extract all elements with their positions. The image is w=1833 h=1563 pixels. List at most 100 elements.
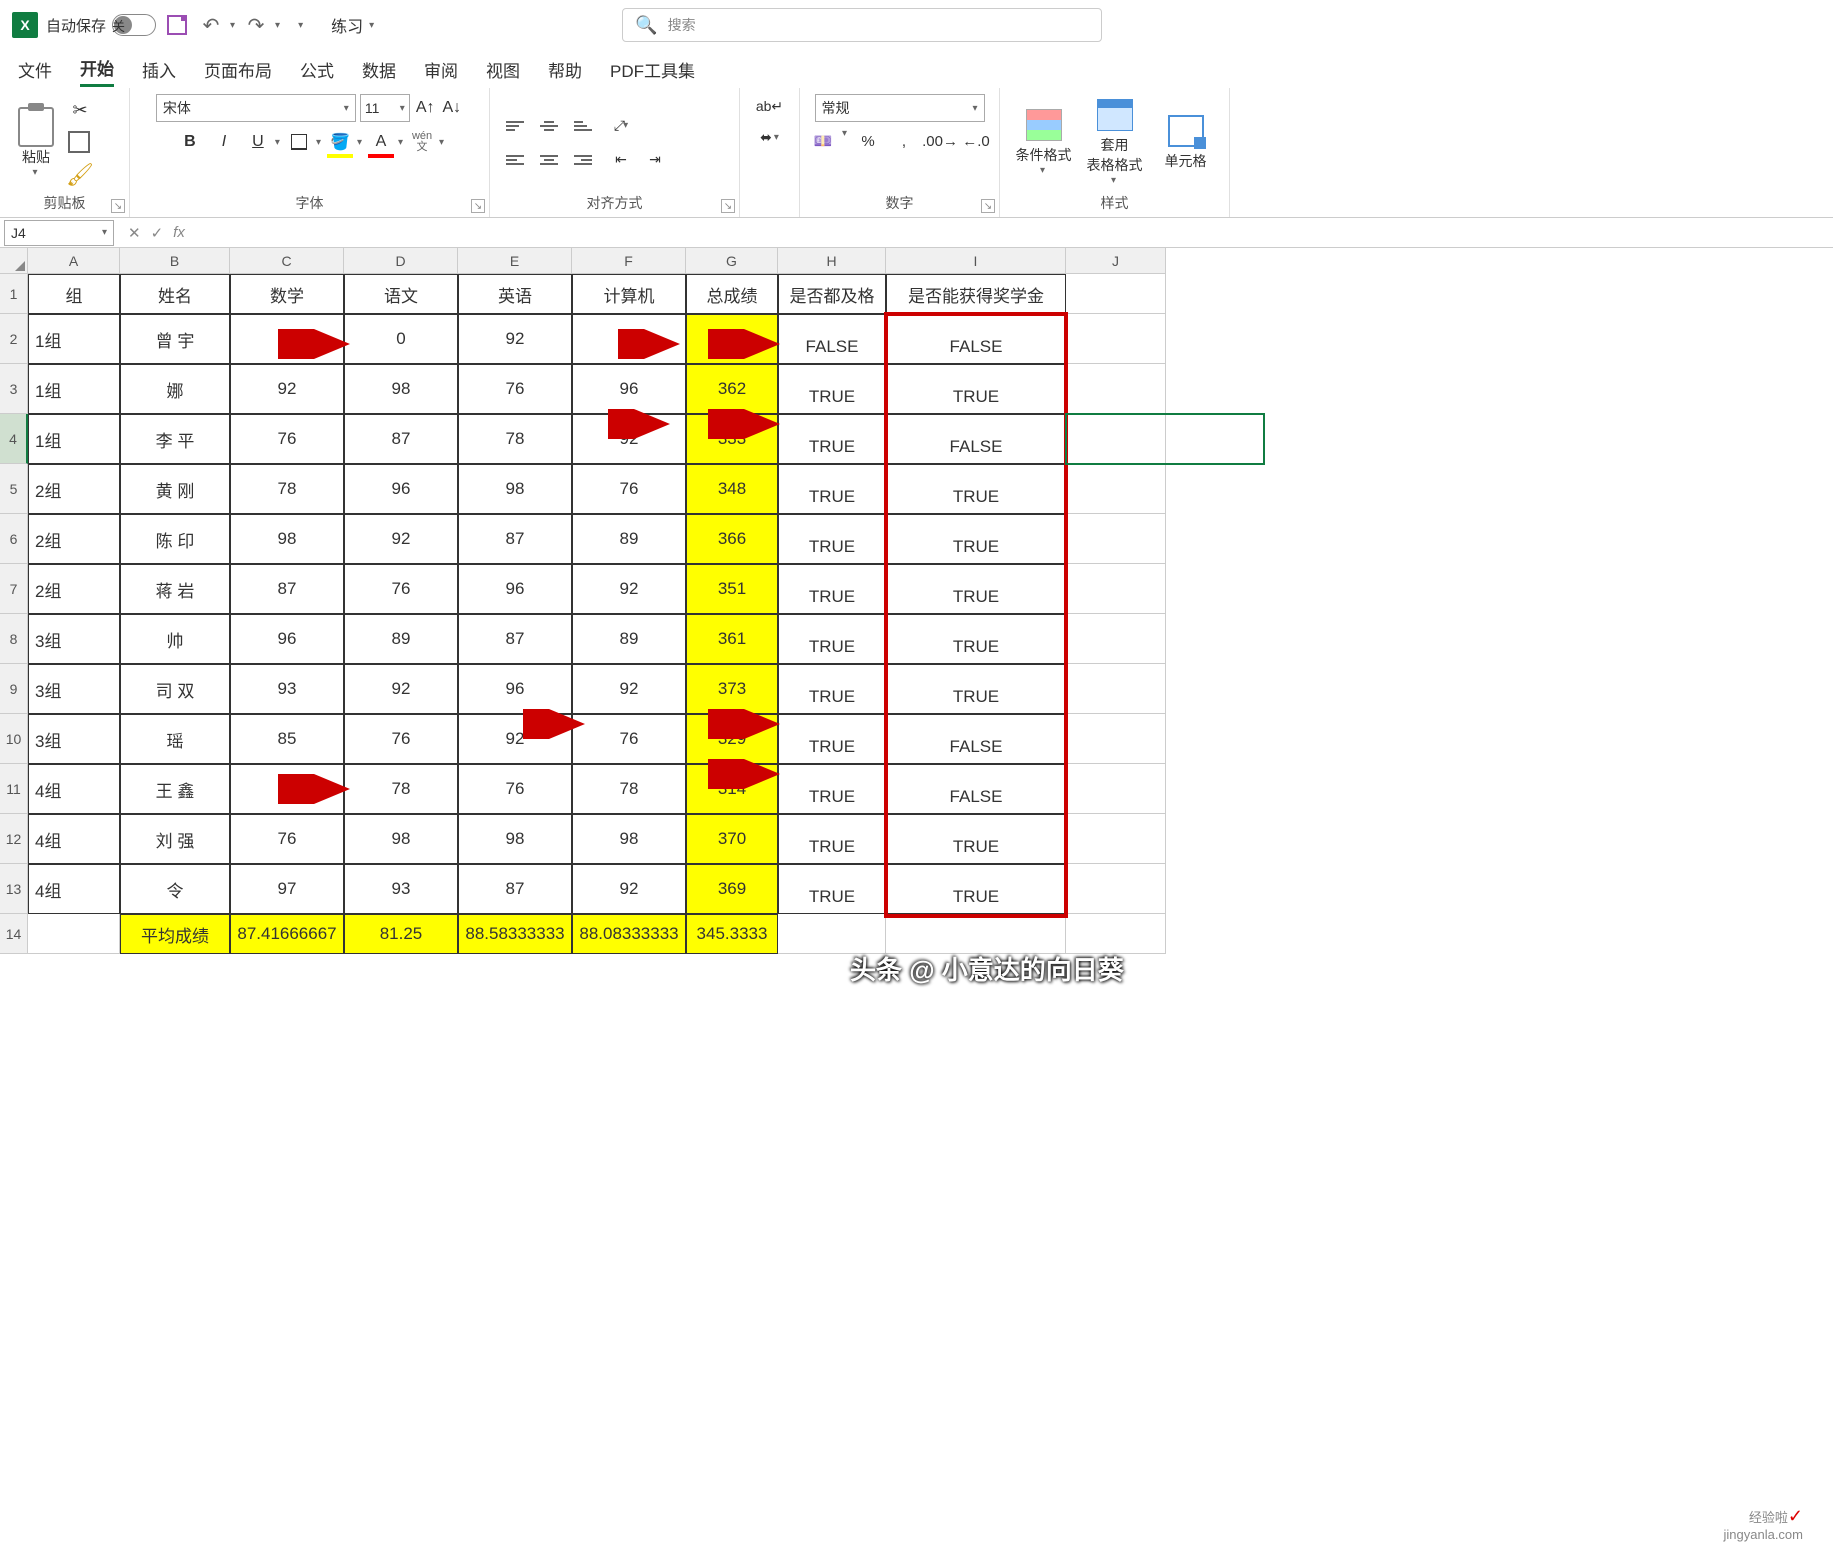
cell[interactable]: 3组 [28,664,120,714]
align-center-button[interactable] [534,147,564,173]
cell[interactable]: TRUE [778,864,886,914]
cell[interactable]: 87.41666667 [230,914,344,954]
cell[interactable]: 98 [344,814,458,864]
tab-file[interactable]: 文件 [18,53,52,86]
cell[interactable] [1066,274,1166,314]
align-top-button[interactable] [500,113,530,139]
cell[interactable]: 78 [458,414,572,464]
cell[interactable]: TRUE [778,414,886,464]
cell[interactable]: 89 [572,614,686,664]
cell[interactable]: 87 [230,564,344,614]
cell[interactable] [1066,864,1166,914]
cut-button[interactable]: ✂ [66,98,94,124]
cell[interactable]: 88.08333333 [572,914,686,954]
tab-view[interactable]: 视图 [486,53,520,86]
cell[interactable] [1066,314,1166,364]
cell[interactable]: TRUE [886,364,1066,414]
merge-button[interactable]: ⬌▾ [756,125,783,150]
redo-dropdown[interactable]: ▾ [275,20,280,31]
cell[interactable]: 348 [686,464,778,514]
cell[interactable]: TRUE [778,814,886,864]
row-header-8[interactable]: 8 [0,614,28,664]
cell[interactable] [1066,714,1166,764]
cell[interactable]: TRUE [886,614,1066,664]
col-header-J[interactable]: J [1066,248,1166,274]
cell[interactable]: 89 [344,614,458,664]
increase-decimal-button[interactable]: .00→ [925,128,955,154]
cell[interactable]: TRUE [778,464,886,514]
cell[interactable]: 王 鑫 [120,764,230,814]
number-format-select[interactable]: 常规▾ [815,94,985,122]
underline-dropdown[interactable]: ▾ [275,137,280,148]
decrease-font-button[interactable]: A↓ [441,99,464,117]
decrease-decimal-button[interactable]: ←.0 [961,128,991,154]
cell[interactable]: 76 [458,364,572,414]
cell[interactable]: 329 [686,714,778,764]
cell[interactable]: 陈 印 [120,514,230,564]
cell[interactable]: 78 [344,764,458,814]
cell[interactable]: TRUE [778,364,886,414]
cell[interactable]: TRUE [778,564,886,614]
toggle-switch[interactable]: 关 [112,14,156,36]
row-header-11[interactable]: 11 [0,764,28,814]
cell[interactable]: 92 [344,514,458,564]
cell[interactable] [1066,814,1166,864]
cell[interactable] [1066,664,1166,714]
cell[interactable]: 92 [344,664,458,714]
cell[interactable]: 351 [686,564,778,614]
cell[interactable]: 373 [686,664,778,714]
row-header-2[interactable]: 2 [0,314,28,364]
cell[interactable] [1066,914,1166,954]
cell[interactable]: 3组 [28,714,120,764]
cell-styles-button[interactable]: 单元格 [1152,115,1219,171]
cell[interactable]: 76 [344,714,458,764]
border-dropdown[interactable]: ▾ [316,137,321,148]
cell[interactable]: FALSE [886,414,1066,464]
increase-font-button[interactable]: A↑ [414,99,437,117]
cell[interactable]: 刘 强 [120,814,230,864]
font-size-select[interactable]: 11▾ [360,94,410,122]
cell[interactable]: 4组 [28,864,120,914]
col-header-E[interactable]: E [458,248,572,274]
cell[interactable]: 98 [572,814,686,864]
cell[interactable] [886,914,1066,954]
cell[interactable]: 362 [686,364,778,414]
filename-dropdown[interactable]: ▾ [369,20,374,31]
cell[interactable]: 92 [572,564,686,614]
row-header-6[interactable]: 6 [0,514,28,564]
cell[interactable]: 令 [120,864,230,914]
font-color-button[interactable]: A [366,128,396,156]
cell[interactable]: 76 [230,414,344,464]
formula-bar[interactable] [195,220,1833,246]
cell[interactable]: 85 [230,714,344,764]
cell[interactable]: FALSE [886,714,1066,764]
cell[interactable]: 76 [458,764,572,814]
undo-button[interactable]: ↶ [198,12,224,38]
tab-home[interactable]: 开始 [80,51,114,87]
paste-button[interactable]: 粘贴 ▾ [10,107,62,178]
cell[interactable]: 87 [344,414,458,464]
cell[interactable]: 平均成绩 [120,914,230,954]
fill-color-button[interactable]: 🪣 [325,128,355,156]
cell[interactable]: 2组 [28,564,120,614]
cell[interactable]: 瑶 [120,714,230,764]
cell[interactable]: 92 [230,364,344,414]
conditional-format-button[interactable]: 条件格式▾ [1010,109,1077,176]
cell[interactable]: FALSE [886,764,1066,814]
cell[interactable] [1066,464,1166,514]
decrease-indent-button[interactable]: ⇤ [606,147,636,173]
row-header-4[interactable]: 4 [0,414,28,464]
cell[interactable]: 89 [230,314,344,364]
tab-layout[interactable]: 页面布局 [204,53,272,86]
cell[interactable]: 82 [230,764,344,814]
cell[interactable]: TRUE [778,514,886,564]
redo-button[interactable]: ↷ [243,12,269,38]
cell[interactable]: 366 [686,514,778,564]
cell[interactable]: 87 [458,864,572,914]
header-C[interactable]: 数学 [230,274,344,314]
cell[interactable]: 2组 [28,514,120,564]
row-header-12[interactable]: 12 [0,814,28,864]
cell[interactable]: TRUE [778,614,886,664]
cell[interactable]: 87 [572,314,686,364]
cell[interactable]: 李 平 [120,414,230,464]
